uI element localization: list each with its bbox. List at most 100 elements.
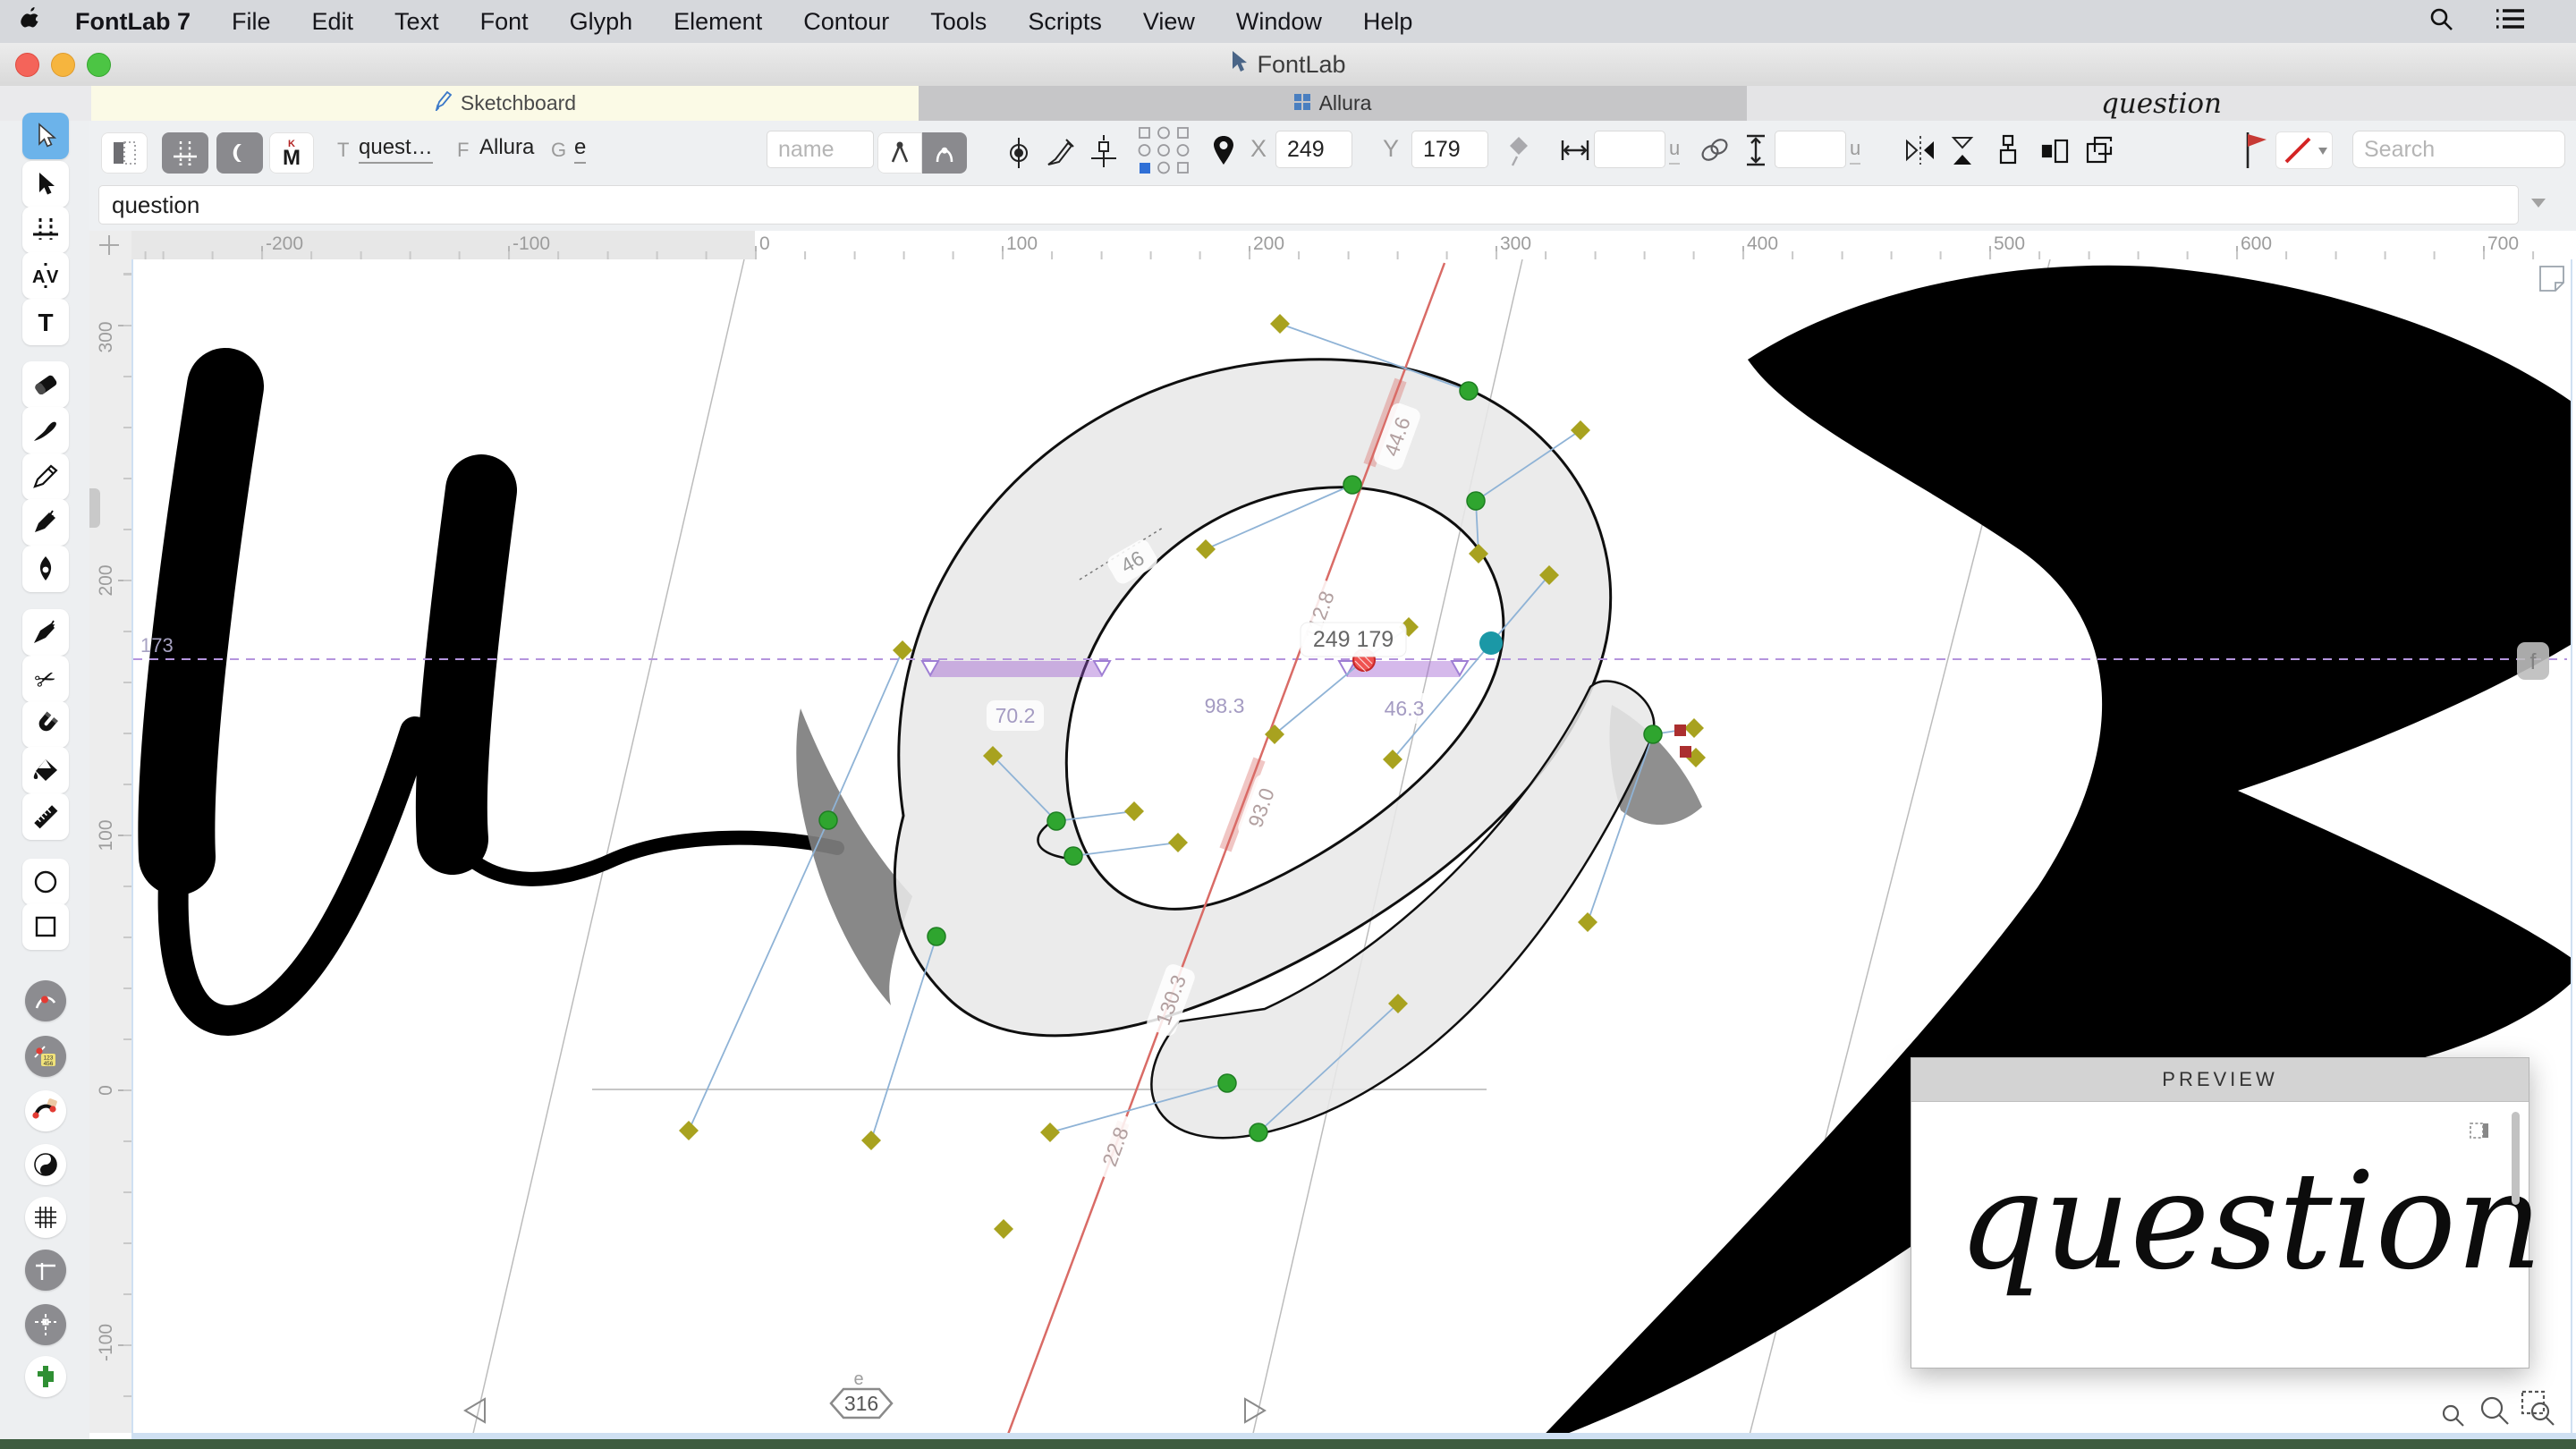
- glyph-name-input[interactable]: [98, 185, 2519, 225]
- glyph-value[interactable]: e: [574, 135, 587, 164]
- transform-origin-matrix[interactable]: [1138, 126, 1190, 179]
- menu-edit[interactable]: Edit: [292, 8, 375, 36]
- title-bar[interactable]: FontLab: [0, 43, 2576, 87]
- menu-contour[interactable]: Contour: [783, 8, 910, 36]
- menu-scripts[interactable]: Scripts: [1007, 8, 1123, 36]
- add-node-icon[interactable]: [1088, 135, 1120, 174]
- font-value[interactable]: Allura: [479, 135, 534, 160]
- width-input[interactable]: [1594, 131, 1665, 168]
- mark-color-swatch[interactable]: [2275, 131, 2333, 169]
- ruler-origin[interactable]: [89, 231, 132, 260]
- zoom-controls[interactable]: [2442, 1390, 2555, 1427]
- font-label: F: [457, 139, 470, 161]
- note-icon[interactable]: [2539, 266, 2564, 292]
- menu-font[interactable]: Font: [460, 8, 549, 36]
- servant-pen-icon[interactable]: [1045, 138, 1075, 173]
- ellipse-tool[interactable]: [22, 859, 69, 905]
- width-unit-label: u: [1669, 137, 1681, 165]
- tab-sketchboard[interactable]: Sketchboard: [91, 86, 919, 121]
- brush-tool[interactable]: [22, 407, 69, 453]
- menu-view[interactable]: View: [1123, 8, 1216, 36]
- guide-value-label: 173: [140, 634, 174, 657]
- fill-preview-toggle[interactable]: [25, 1144, 66, 1185]
- tab-allura[interactable]: Allura: [919, 86, 1748, 121]
- preview-panel-header[interactable]: PREVIEW: [1911, 1058, 2529, 1102]
- ruler-guide-handle[interactable]: [89, 488, 100, 528]
- metrics-tool[interactable]: [22, 207, 69, 253]
- x-coordinate-input[interactable]: [1275, 131, 1352, 168]
- apple-menu-icon[interactable]: [0, 6, 63, 38]
- flag-icon[interactable]: [2243, 131, 2270, 174]
- ruler-tick-label: 200: [1253, 233, 1285, 254]
- sample-text-bar[interactable]: question: [1747, 86, 2576, 121]
- node-name-input[interactable]: [767, 131, 874, 168]
- control-center-icon[interactable]: [2496, 7, 2526, 37]
- spotlight-search-icon[interactable]: [2428, 5, 2454, 38]
- node-genius-icon[interactable]: [1004, 136, 1034, 174]
- menu-help[interactable]: Help: [1343, 8, 1434, 36]
- snap-toggle[interactable]: [25, 1304, 66, 1345]
- menu-element[interactable]: Element: [653, 8, 783, 36]
- glyph-name-row: [0, 179, 2576, 231]
- kern-pair-button[interactable]: [216, 132, 263, 174]
- anchor-pin-icon[interactable]: [1209, 134, 1238, 173]
- search-input[interactable]: [2352, 131, 2565, 168]
- flip-vertical-icon[interactable]: [1948, 135, 1977, 172]
- horizontal-ruler[interactable]: -200 -100 0 100 200 300 400 500 600 700: [131, 231, 2569, 260]
- height-icon[interactable]: [1744, 133, 1767, 172]
- nodes-visibility-toggle[interactable]: [25, 980, 66, 1021]
- advance-width-marker[interactable]: e 316: [829, 1369, 894, 1419]
- knife-tool[interactable]: ✂: [22, 656, 69, 702]
- rectangle-tool[interactable]: [22, 903, 69, 950]
- text-tool[interactable]: T: [22, 299, 69, 345]
- sharp-node-button[interactable]: [877, 132, 922, 174]
- menu-text[interactable]: Text: [374, 8, 460, 36]
- kerning-tool[interactable]: AV: [22, 252, 69, 299]
- magnet-tool[interactable]: [22, 701, 69, 748]
- y-coordinate-input[interactable]: [1411, 131, 1488, 168]
- element-tool[interactable]: [22, 161, 69, 208]
- width-icon[interactable]: [1560, 139, 1590, 166]
- rapid-tool[interactable]: [22, 499, 69, 546]
- menu-window[interactable]: Window: [1216, 8, 1343, 36]
- eraser-tool[interactable]: [22, 361, 69, 408]
- pen-tool[interactable]: [22, 546, 69, 592]
- glyph-dropdown-icon[interactable]: [2531, 199, 2546, 208]
- svg-text:316: 316: [844, 1392, 878, 1415]
- preview-mode-icon[interactable]: [2470, 1123, 2489, 1143]
- guides-toggle[interactable]: [25, 1250, 66, 1291]
- guide-name-tag[interactable]: f: [2517, 642, 2549, 680]
- menu-tools[interactable]: Tools: [910, 8, 1007, 36]
- smooth-node-button[interactable]: [922, 132, 967, 174]
- right-sidebearing-marker[interactable]: [1244, 1397, 1267, 1424]
- thickness-toggle[interactable]: [25, 1090, 66, 1131]
- pixel-view-toggle[interactable]: [25, 1356, 66, 1397]
- height-input[interactable]: [1775, 131, 1846, 168]
- sidebearing-mode-button[interactable]: [101, 132, 148, 174]
- ruler-tick-label: 0: [96, 1085, 116, 1096]
- coordinates-toggle[interactable]: 123 456: [25, 1036, 66, 1077]
- fill-tool[interactable]: [22, 747, 69, 793]
- menu-app-name[interactable]: FontLab 7: [63, 8, 211, 36]
- link-icon[interactable]: [1699, 137, 1730, 168]
- zoom-selection-icon: [2521, 1390, 2555, 1426]
- free-anchor-icon[interactable]: [1504, 135, 1533, 172]
- pencil-tool[interactable]: [22, 453, 69, 500]
- vertical-ruler[interactable]: 300 200 100 0 -100: [89, 259, 132, 1433]
- measure-tool[interactable]: [22, 793, 69, 840]
- flip-horizontal-icon[interactable]: [1903, 136, 1937, 169]
- metrics-table-button[interactable]: [162, 132, 208, 174]
- duplicate-icon[interactable]: [2084, 135, 2114, 170]
- tangent-node[interactable]: [1479, 631, 1503, 655]
- grid-toggle[interactable]: [25, 1197, 66, 1238]
- align-icon[interactable]: [1995, 134, 2021, 171]
- menu-glyph[interactable]: Glyph: [549, 8, 654, 36]
- contour-tool[interactable]: [22, 113, 69, 159]
- preview-scrollbar[interactable]: [2512, 1112, 2520, 1205]
- kerning-mode-button[interactable]: MK: [269, 132, 314, 174]
- menu-file[interactable]: File: [211, 8, 292, 36]
- align-center-icon[interactable]: [2039, 139, 2072, 168]
- power-brush-tool[interactable]: [22, 609, 69, 656]
- text-mode-value[interactable]: quest…: [359, 135, 433, 164]
- left-sidebearing-marker[interactable]: [463, 1397, 486, 1424]
